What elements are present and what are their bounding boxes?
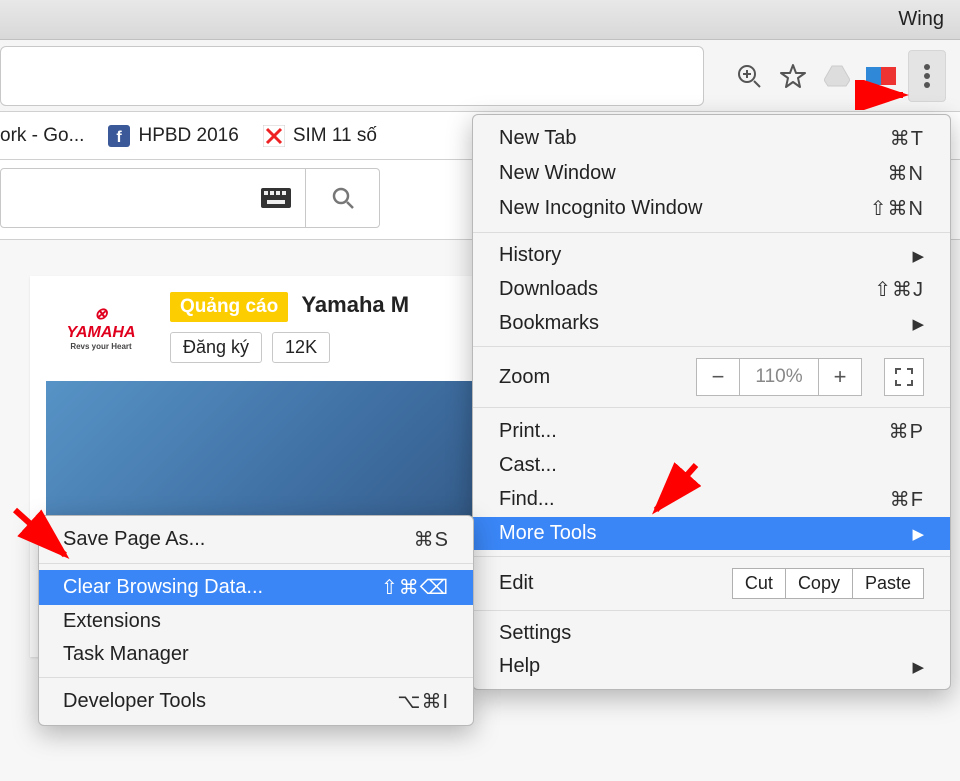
menu-find[interactable]: Find...⌘F (473, 482, 950, 517)
svg-text:f: f (117, 129, 123, 146)
menu-more-tools[interactable]: More Tools▶ (473, 517, 950, 550)
address-bar[interactable] (0, 46, 704, 106)
submenu-arrow-icon: ▶ (912, 315, 924, 333)
bookmark-label: SIM 11 số (293, 125, 377, 147)
menu-incognito[interactable]: New Incognito Window⇧⌘N (473, 191, 950, 226)
extension-other-icon[interactable] (864, 59, 898, 93)
bookmark-item[interactable]: ork - Go... (0, 125, 84, 147)
search-button[interactable] (305, 169, 379, 227)
menu-button[interactable] (908, 50, 946, 102)
fullscreen-button[interactable] (884, 358, 924, 396)
site-icon (263, 125, 285, 147)
submenu-arrow-icon: ▶ (912, 247, 924, 265)
menu-edit: Edit Cut Copy Paste (473, 563, 950, 604)
shortcut: ⇧⌘N (870, 196, 924, 221)
menu-zoom: Zoom − 110% + (473, 353, 950, 401)
menu-cast[interactable]: Cast... (473, 449, 950, 482)
search-bar[interactable] (0, 168, 380, 228)
browser-toolbar (0, 40, 960, 112)
menu-settings[interactable]: Settings (473, 617, 950, 650)
search-input[interactable] (1, 169, 305, 227)
menu-help[interactable]: Help▶ (473, 650, 950, 683)
search-icon (330, 185, 356, 211)
menu-new-window[interactable]: New Window⌘N (473, 156, 950, 191)
star-icon[interactable] (776, 59, 810, 93)
shortcut: ⇧⌘J (874, 277, 924, 302)
shortcut: ⌥⌘I (397, 689, 449, 714)
menu-bookmarks[interactable]: Bookmarks▶ (473, 307, 950, 340)
extension-drive-icon[interactable] (820, 59, 854, 93)
submenu-developer-tools[interactable]: Developer Tools⌥⌘I (39, 684, 473, 719)
keyboard-icon[interactable] (261, 188, 291, 208)
zoom-value: 110% (740, 358, 818, 396)
zoom-in-button[interactable]: + (818, 358, 862, 396)
edit-cut-button[interactable]: Cut (732, 568, 786, 599)
submenu-clear-browsing-data[interactable]: Clear Browsing Data...⇧⌘⌫ (39, 570, 473, 605)
edit-paste-button[interactable]: Paste (853, 568, 924, 599)
fullscreen-icon (894, 367, 914, 387)
window-title: Wing (898, 8, 944, 31)
submenu-arrow-icon: ▶ (912, 658, 924, 676)
card-title: Yamaha M (301, 292, 409, 317)
ad-badge: Quảng cáo (170, 292, 288, 322)
menu-new-tab[interactable]: New Tab⌘T (473, 121, 950, 156)
yamaha-logo: ⊗ YAMAHA Revs your Heart (46, 304, 156, 351)
submenu-save-page-as[interactable]: Save Page As...⌘S (39, 522, 473, 557)
menu-history[interactable]: History▶ (473, 239, 950, 272)
shortcut: ⌘P (889, 419, 924, 444)
shortcut: ⌘F (890, 487, 924, 512)
bookmark-item[interactable]: f HPBD 2016 (108, 125, 238, 147)
submenu-arrow-icon: ▶ (912, 525, 924, 543)
shortcut: ⇧⌘⌫ (381, 575, 449, 600)
submenu-task-manager[interactable]: Task Manager (39, 638, 473, 671)
menu-downloads[interactable]: Downloads⇧⌘J (473, 272, 950, 307)
edit-copy-button[interactable]: Copy (786, 568, 853, 599)
bookmark-label: HPBD 2016 (138, 125, 238, 147)
menu-print[interactable]: Print...⌘P (473, 414, 950, 449)
shortcut: ⌘T (890, 126, 924, 151)
shortcut: ⌘S (414, 527, 449, 552)
zoom-indicator-icon[interactable] (732, 59, 766, 93)
submenu-extensions[interactable]: Extensions (39, 605, 473, 638)
bookmark-item[interactable]: SIM 11 số (263, 125, 377, 147)
title-bar: Wing (0, 0, 960, 40)
subscribe-button[interactable]: Đăng ký (170, 332, 262, 363)
more-tools-submenu: Save Page As...⌘S Clear Browsing Data...… (38, 515, 474, 726)
shortcut: ⌘N (888, 161, 924, 186)
facebook-icon: f (108, 125, 130, 147)
subscriber-count: 12K (272, 332, 330, 363)
bookmark-label: ork - Go... (0, 125, 84, 147)
browser-menu: New Tab⌘T New Window⌘N New Incognito Win… (472, 114, 951, 690)
zoom-out-button[interactable]: − (696, 358, 740, 396)
